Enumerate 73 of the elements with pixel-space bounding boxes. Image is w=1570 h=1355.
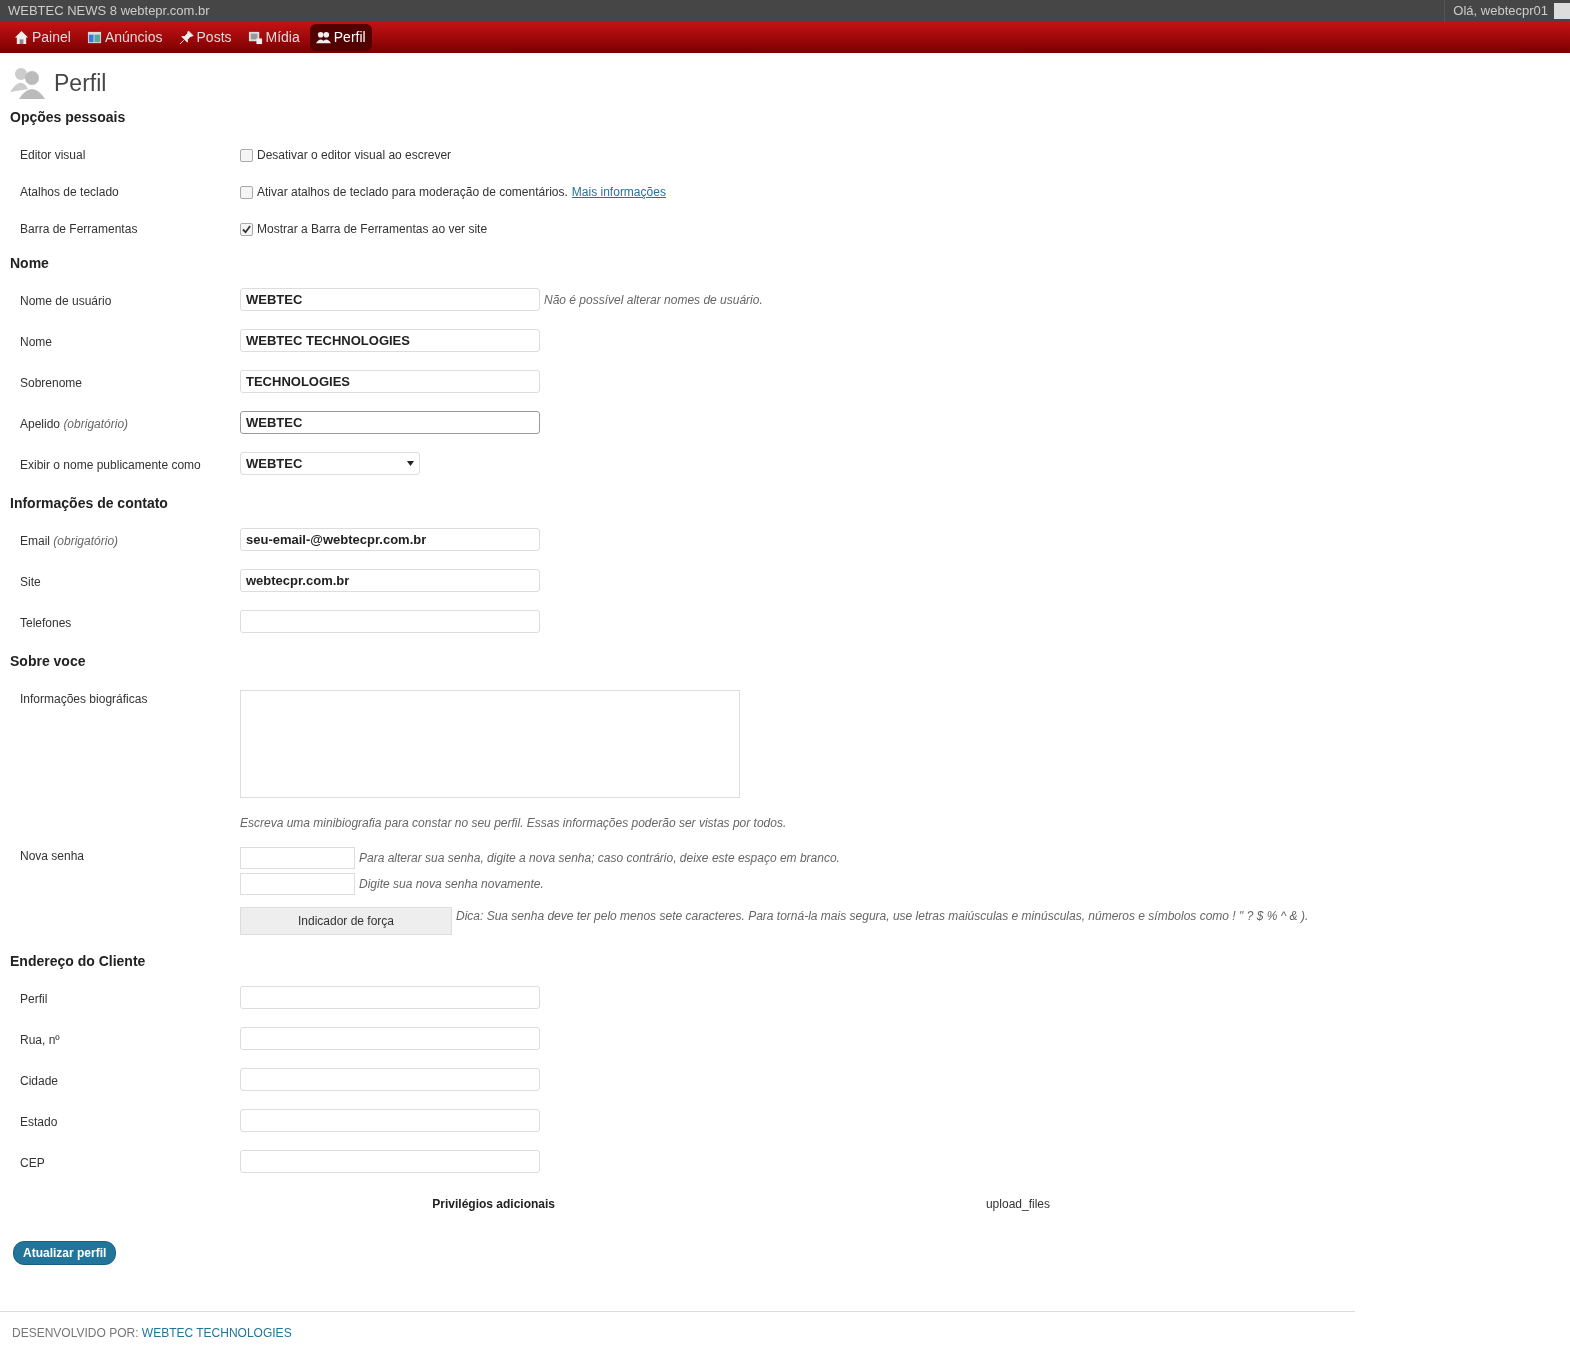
password-field[interactable] [240, 847, 355, 869]
pin-icon [178, 30, 194, 45]
checkbox-label: Mostrar a Barra de Ferramentas ao ver site [257, 221, 488, 238]
password-hint: Dica: Sua senha deve ter pelo menos sete caracteres. Para torná-la mais segura, use letras maiúsculas e minúsculas, números e símbolos como ! " ? $ % ^ & ). [456, 908, 1309, 925]
menu-item[interactable]: Perfil [309, 24, 372, 51]
footer-link[interactable]: WEBTEC TECHNOLOGIES [141, 1326, 292, 1340]
field-label: Site [20, 574, 42, 591]
greeting-text[interactable]: Olá, webtecpr01 [1453, 1, 1548, 21]
section-heading: Nome [10, 254, 50, 273]
input-field[interactable] [240, 1027, 540, 1050]
site-title: WEBTEC NEWS 8 webtepr.com.br [8, 2, 210, 21]
input-field[interactable]: WEBTEC TECHNOLOGIES [240, 329, 540, 352]
field-label: Atalhos de teclado [20, 184, 120, 201]
dropdown[interactable]: WEBTEC [240, 452, 420, 475]
users-icon [315, 30, 331, 45]
section-heading: Opções pessoais [10, 108, 127, 127]
input-field[interactable]: WEBTEC [240, 411, 540, 434]
checkbox[interactable] [240, 222, 253, 236]
input-field[interactable]: TECHNOLOGIES [240, 370, 540, 393]
field-label: Estado [20, 1114, 59, 1131]
section-heading: Endereço do Cliente [10, 952, 147, 971]
field-label: Nome [20, 334, 53, 351]
field-note: Para alterar sua senha, digite a nova senha; caso contrário, deixe este espaço em branco. [359, 850, 840, 867]
more-info-link[interactable]: Mais informações [571, 183, 666, 201]
password-field[interactable] [240, 873, 355, 895]
menu-item[interactable]: Painel [8, 24, 77, 51]
menu-item[interactable]: Anúncios [80, 24, 169, 51]
input-field[interactable] [240, 1109, 540, 1132]
field-note: Digite sua nova senha novamente. [359, 876, 544, 893]
field-label: Barra de Ferramentas [20, 221, 139, 238]
checkbox-label: Desativar o editor visual ao escrever [257, 147, 452, 164]
checkbox[interactable] [240, 185, 253, 199]
input-field[interactable] [240, 1150, 540, 1173]
media-icon [247, 30, 263, 45]
avatar-icon [1554, 3, 1570, 19]
section-heading: Sobre voce [10, 652, 87, 671]
menu-item[interactable]: Posts [172, 24, 238, 51]
users-icon [10, 65, 46, 101]
field-label: Cidade [20, 1073, 60, 1090]
field-label: Informações biográficas [20, 691, 149, 708]
field-label: Nova senha [20, 848, 86, 865]
caret-icon [407, 461, 414, 466]
field-label: Nome de usuário [20, 293, 113, 310]
privileges-label: Privilégios adicionais [431, 1196, 556, 1213]
field-label: CEP [20, 1155, 46, 1172]
footer-text: DESENVOLVIDO POR: [12, 1326, 139, 1340]
home-icon [14, 30, 29, 45]
input-field[interactable]: seu-email-@webtecpr.com.br [240, 528, 540, 551]
field-label: Email (obrigatório) [20, 533, 120, 550]
section-heading: Informações de contato [10, 494, 169, 513]
input-field[interactable] [240, 986, 540, 1009]
window-icon [86, 30, 102, 45]
field-label: Telefones [20, 615, 73, 632]
menu-item[interactable]: Mídia [241, 24, 306, 51]
checkbox[interactable] [240, 148, 253, 162]
checkbox-label: Ativar atalhos de teclado para moderação de comentários. [257, 184, 568, 201]
field-label: Sobrenome [20, 375, 84, 392]
page-title: Perfil [54, 68, 107, 98]
strength-indicator: Indicador de força [240, 907, 452, 935]
field-label: Exibir o nome publicamente como [20, 457, 202, 474]
input-field[interactable] [240, 1068, 540, 1091]
input-field[interactable]: WEBTEC [240, 288, 540, 311]
privileges-value: upload_files [984, 1196, 1050, 1213]
field-note: Escreva uma minibiografia para constar no seu perfil. Essas informações poderão ser vistas por todos. [240, 815, 787, 832]
field-label: Perfil [20, 991, 49, 1008]
field-label: Apelido (obrigatório) [20, 416, 130, 433]
field-note: Não é possível alterar nomes de usuário. [544, 291, 763, 309]
field-label: Editor visual [20, 147, 87, 164]
field-label: Rua, nº [20, 1032, 61, 1049]
textarea-field[interactable] [240, 690, 740, 798]
update-button[interactable]: Atualizar perfil [13, 1241, 117, 1265]
input-field[interactable] [240, 610, 540, 633]
input-field[interactable]: webtecpr.com.br [240, 569, 540, 592]
